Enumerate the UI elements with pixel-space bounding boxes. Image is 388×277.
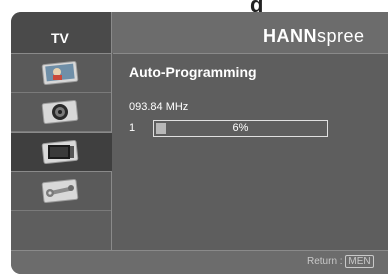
channel-number: 1 xyxy=(129,122,136,134)
menu-key-badge: MEN xyxy=(345,255,374,268)
sidebar-item-sound[interactable] xyxy=(11,93,111,132)
frequency-readout: 093.84 MHz xyxy=(129,101,189,113)
menu-footer: Return : MEN xyxy=(11,250,388,274)
tab-tv[interactable]: TV xyxy=(11,12,112,54)
sidebar-item-tv[interactable] xyxy=(11,132,112,172)
content-title: Auto-Programming xyxy=(129,64,257,80)
speaker-icon xyxy=(37,99,83,125)
scan-progress-text: 6% xyxy=(232,122,249,134)
sidebar xyxy=(11,54,112,250)
header-divider xyxy=(113,53,388,54)
return-label: Return : xyxy=(307,256,343,267)
tv-icon xyxy=(37,139,83,165)
sidebar-item-setup[interactable] xyxy=(11,172,111,211)
brand-logo-bold: HANN xyxy=(263,26,317,46)
brand-logo: HANNspree xyxy=(263,26,365,47)
wrench-icon xyxy=(37,178,83,204)
osd-menu-panel: TV HANNspree Auto-Programming 093.84 MHz… xyxy=(11,12,388,274)
tab-tv-label: TV xyxy=(51,30,69,46)
sidebar-item-picture[interactable] xyxy=(11,54,111,93)
picture-icon xyxy=(37,60,83,86)
scan-progress-bar: 6% xyxy=(153,120,328,137)
brand-logo-light: spree xyxy=(317,26,365,46)
return-hint: Return : MEN xyxy=(307,255,374,268)
